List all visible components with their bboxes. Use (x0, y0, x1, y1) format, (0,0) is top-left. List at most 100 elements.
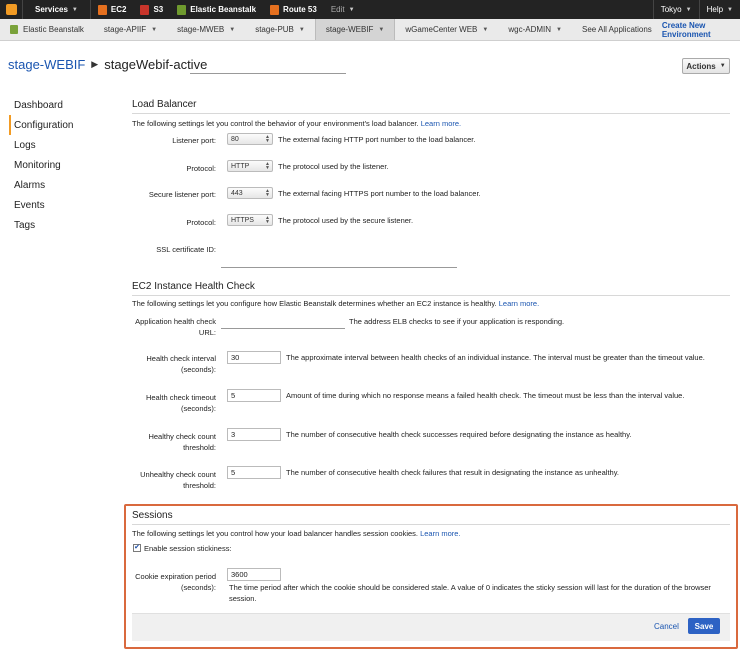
app-tab-wgamecenter-web[interactable]: wGameCenter WEB ▼ (395, 19, 498, 40)
chevron-down-icon: ▼ (229, 26, 236, 33)
secure-listener-port-label: Secure listener port: (148, 190, 216, 199)
nav-configuration[interactable]: Configuration (9, 115, 109, 135)
region-menu[interactable]: Tokyo ▼ (654, 0, 699, 19)
see-all-applications-link[interactable]: See All Applications (572, 19, 662, 40)
app-tab-stage-apiif[interactable]: stage-APIIF ▼ (94, 19, 167, 40)
sessions-description: The following settings let you control h… (132, 529, 461, 538)
session-stickiness-checkbox[interactable]: ✔ (133, 544, 141, 552)
ec2-shortcut[interactable]: EC2 (91, 0, 134, 19)
health-check-timeout-input[interactable]: 5 (227, 389, 281, 402)
services-menu[interactable]: Services ▼ (23, 0, 90, 19)
healthy-threshold-input[interactable]: 3 (227, 428, 281, 441)
unhealthy-threshold-input[interactable]: 5 (227, 466, 281, 479)
protocol-select[interactable]: HTTP ▲ ▼ (227, 160, 273, 172)
edit-label: Edit (330, 5, 345, 14)
ec2-label: EC2 (110, 5, 127, 14)
ssl-certificate-input[interactable] (221, 267, 457, 268)
route53-icon (270, 4, 280, 15)
app-tab-stage-pub[interactable]: stage-PUB ▼ (245, 19, 315, 40)
beanstalk-label: Elastic Beanstalk (190, 5, 257, 14)
secure-protocol-help: The protocol used by the secure listener… (278, 216, 414, 225)
create-environment-link[interactable]: Create New Environment (662, 19, 740, 40)
checkmark-icon: ✔ (134, 544, 140, 551)
health-check-timeout-help: Amount of time during which no response … (286, 391, 685, 400)
secure-protocol-label: Protocol: (186, 218, 216, 227)
label-line: URL: (198, 328, 216, 337)
learn-more-link[interactable]: Learn more. (420, 529, 460, 538)
secure-listener-port-select[interactable]: 443 ▲ ▼ (227, 187, 273, 199)
select-value: 443 (231, 189, 243, 197)
beanstalk-home[interactable]: Elastic Beanstalk (0, 19, 94, 40)
save-button[interactable]: Save (688, 618, 720, 634)
health-check-url-label: Application health check URL: (110, 316, 216, 338)
learn-more-link[interactable]: Learn more. (499, 299, 539, 308)
updown-arrows-icon: ▲ ▼ (265, 161, 270, 171)
aws-logo[interactable] (0, 0, 22, 19)
beanstalk-home-label: Elastic Beanstalk (23, 25, 84, 34)
breadcrumb-app-link[interactable]: stage-WEBIF (8, 57, 85, 72)
health-check-timeout-label: Health check timeout (seconds): (110, 392, 216, 414)
edit-menu[interactable]: Edit ▼ (324, 0, 362, 19)
health-check-description: The following settings let you configure… (132, 299, 539, 308)
nav-events[interactable]: Events (9, 195, 109, 215)
nav-tags[interactable]: Tags (9, 215, 109, 235)
cookie-expiration-help: The time period after which the cookie s… (229, 582, 711, 604)
chevron-down-icon: ▼ (151, 26, 158, 33)
health-check-interval-label: Health check interval (seconds): (110, 353, 216, 375)
app-tab-label: wgc-ADMIN (508, 25, 552, 34)
app-tab-label: stage-WEBIF (325, 25, 374, 34)
health-check-url-help: The address ELB checks to see if your ap… (349, 317, 565, 326)
divider (132, 295, 730, 296)
actions-label: Actions (686, 61, 716, 71)
cookie-expiration-input[interactable]: 3600 (227, 568, 281, 581)
actions-button[interactable]: Actions ▼ (682, 58, 730, 74)
health-check-url-input[interactable] (221, 328, 345, 329)
listener-port-select[interactable]: 80 ▲ ▼ (227, 133, 273, 145)
route53-label: Route 53 (283, 5, 317, 14)
health-check-title: EC2 Instance Health Check (132, 281, 255, 292)
sessions-title: Sessions (132, 510, 173, 521)
unhealthy-threshold-help: The number of consecutive health check f… (286, 468, 619, 477)
chevron-down-icon: ▼ (482, 26, 489, 33)
aws-cube-icon (5, 4, 17, 15)
label-line: (seconds): (180, 583, 216, 592)
app-tab-label: stage-MWEB (177, 25, 225, 34)
help-line: session. (229, 594, 257, 603)
description-text: The following settings let you control t… (132, 119, 419, 128)
label-line: (seconds): (180, 365, 216, 374)
health-check-interval-input[interactable]: 30 (227, 351, 281, 364)
label-line: Unhealthy check count (140, 470, 216, 479)
chevron-right-icon: ▶ (91, 59, 99, 69)
cancel-button[interactable]: Cancel (654, 622, 679, 631)
learn-more-link[interactable]: Learn more. (421, 119, 461, 128)
description-text: The following settings let you configure… (132, 299, 497, 308)
chevron-down-icon: ▼ (348, 6, 355, 13)
app-tab-stage-mweb[interactable]: stage-MWEB ▼ (167, 19, 245, 40)
nav-alarms[interactable]: Alarms (9, 175, 109, 195)
beanstalk-shortcut[interactable]: Elastic Beanstalk (170, 0, 263, 19)
select-value: HTTP (231, 162, 250, 170)
label-line: Health check interval (146, 354, 216, 363)
health-check-interval-help: The approximate interval between health … (286, 353, 705, 362)
services-label: Services (35, 5, 68, 14)
app-tab-wgc-admin[interactable]: wgc-ADMIN ▼ (498, 19, 572, 40)
left-nav: Dashboard Configuration Logs Monitoring … (9, 95, 109, 235)
help-menu[interactable]: Help ▼ (700, 0, 740, 19)
updown-arrows-icon: ▲ ▼ (265, 188, 270, 198)
listener-port-help: The external facing HTTP port number to … (278, 135, 476, 144)
nav-dashboard[interactable]: Dashboard (9, 95, 109, 115)
breadcrumb: stage-WEBIF ▶ stageWebif-active (8, 57, 207, 72)
create-environment-label: Create New Environment (661, 20, 711, 39)
s3-shortcut[interactable]: S3 (133, 0, 170, 19)
app-tab-label: stage-APIIF (103, 25, 147, 34)
label-line: threshold: (183, 481, 216, 490)
route53-shortcut[interactable]: Route 53 (263, 0, 324, 19)
secure-protocol-select[interactable]: HTTPS ▲ ▼ (227, 214, 273, 226)
app-tab-stage-webif[interactable]: stage-WEBIF ▼ (314, 19, 396, 40)
divider (132, 524, 730, 525)
nav-logs[interactable]: Logs (9, 135, 109, 155)
listener-port-label: Listener port: (172, 136, 216, 145)
nav-monitoring[interactable]: Monitoring (9, 155, 109, 175)
secure-listener-port-help: The external facing HTTPS port number to… (278, 189, 481, 198)
protocol-help: The protocol used by the listener. (278, 162, 389, 171)
